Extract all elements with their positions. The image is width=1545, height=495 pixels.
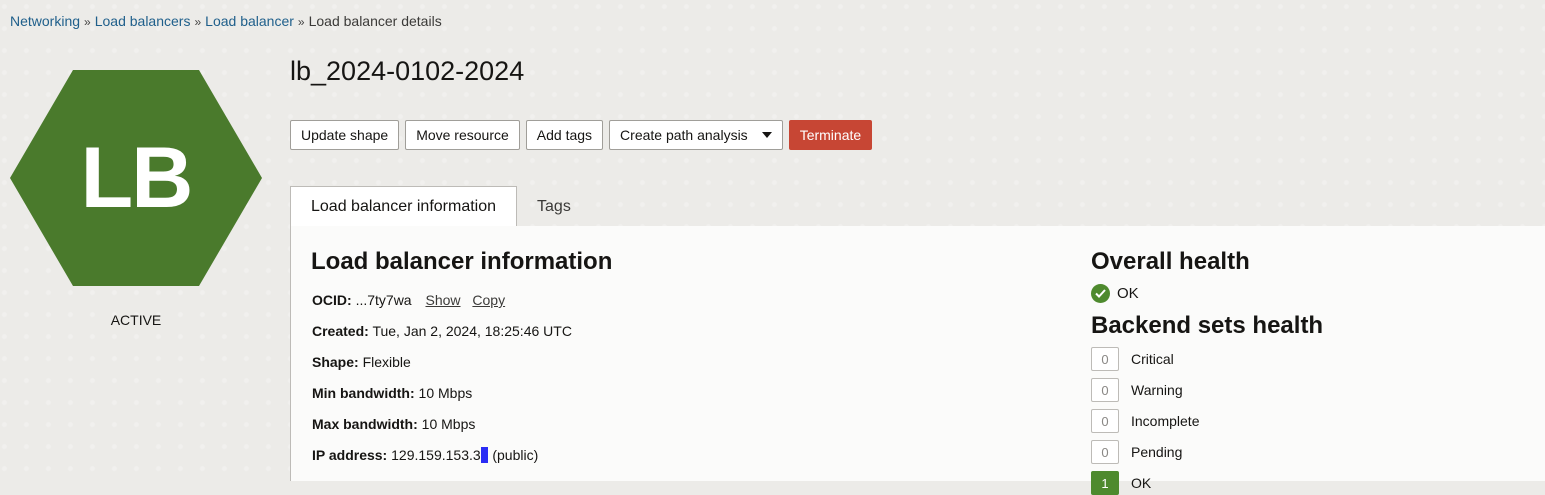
info-heading: Load balancer information: [311, 248, 613, 275]
incomplete-label: Incomplete: [1131, 413, 1200, 429]
resource-badge-hexagon: LB: [10, 70, 262, 286]
tab-tags[interactable]: Tags: [517, 186, 591, 227]
overall-health-heading: Overall health: [1091, 248, 1250, 275]
incomplete-count: 0: [1091, 409, 1119, 433]
created-row: Created: Tue, Jan 2, 2024, 18:25:46 UTC: [312, 323, 572, 339]
ocid-row: OCID: ...7ty7wa Show Copy: [312, 292, 505, 308]
ip-address-row: IP address: 129.159.153.33 (public): [312, 447, 538, 463]
update-shape-button[interactable]: Update shape: [290, 120, 400, 150]
shape-row: Shape: Flexible: [312, 354, 411, 370]
backend-sets-health-heading: Backend sets health: [1091, 312, 1324, 339]
critical-label: Critical: [1131, 351, 1174, 367]
pending-label: Pending: [1131, 444, 1183, 460]
details-panel: Load balancer information OCID: ...7ty7w…: [290, 226, 1545, 495]
copy-ocid-link[interactable]: Copy: [472, 292, 505, 308]
caret-down-icon: [761, 132, 772, 138]
health-row-ok[interactable]: 1 OK: [1091, 471, 1151, 495]
breadcrumb-separator-icon: »: [297, 15, 305, 29]
move-resource-button[interactable]: Move resource: [405, 120, 520, 150]
max-bandwidth-row: Max bandwidth: 10 Mbps: [312, 416, 475, 432]
shape-value: Flexible: [362, 354, 411, 370]
breadcrumb-separator-icon: »: [84, 15, 91, 29]
warning-label: Warning: [1131, 382, 1183, 398]
ok-count: 1: [1091, 471, 1119, 495]
breadcrumb-separator-icon: »: [194, 15, 202, 29]
shape-label: Shape:: [312, 354, 359, 370]
created-label: Created:: [312, 323, 369, 339]
created-value: Tue, Jan 2, 2024, 18:25:46 UTC: [372, 323, 572, 339]
ip-address-label: IP address:: [312, 447, 388, 463]
min-bandwidth-value: 10 Mbps: [418, 385, 473, 401]
health-row-pending[interactable]: 0 Pending: [1091, 440, 1182, 464]
max-bandwidth-value: 10 Mbps: [421, 416, 476, 432]
health-row-warning[interactable]: 0 Warning: [1091, 378, 1183, 402]
ok-label: OK: [1131, 475, 1152, 491]
tab-load-balancer-information[interactable]: Load balancer information: [290, 186, 518, 227]
ip-address-value: 129.159.153.33 (public): [391, 447, 538, 463]
min-bandwidth-row: Min bandwidth: 10 Mbps: [312, 385, 472, 401]
health-row-incomplete[interactable]: 0 Incomplete: [1091, 409, 1199, 433]
breadcrumb: Networking» Load balancers» Load balancer»…: [10, 13, 442, 29]
status-label: ACTIVE: [110, 312, 162, 328]
ip-address-prefix: 129.159.153.3: [391, 447, 481, 463]
action-bar: Update shape Move resource Add tags Crea…: [290, 120, 873, 150]
badge-initials: LB: [80, 129, 194, 226]
overall-health-label: OK: [1117, 285, 1139, 302]
show-ocid-link[interactable]: Show: [425, 292, 460, 308]
overall-health-status: OK: [1091, 284, 1139, 303]
critical-count: 0: [1091, 347, 1119, 371]
min-bandwidth-label: Min bandwidth:: [312, 385, 415, 401]
create-path-analysis-label: Create path analysis: [620, 127, 748, 143]
page-title: lb_2024-0102-2024: [290, 56, 525, 86]
breadcrumb-load-balancer[interactable]: Load balancer: [205, 13, 294, 29]
terminate-button[interactable]: Terminate: [788, 120, 873, 150]
max-bandwidth-label: Max bandwidth:: [312, 416, 418, 432]
ip-address-suffix: (public): [488, 447, 539, 463]
breadcrumb-load-balancers[interactable]: Load balancers: [95, 13, 191, 29]
ocid-label: OCID:: [312, 292, 352, 308]
add-tags-button[interactable]: Add tags: [525, 120, 604, 150]
breadcrumb-current: Load balancer details: [308, 13, 442, 29]
health-row-critical[interactable]: 0 Critical: [1091, 347, 1174, 371]
create-path-analysis-button[interactable]: Create path analysis: [609, 120, 783, 150]
ocid-value: ...7ty7wa: [355, 292, 412, 308]
check-circle-icon: [1091, 284, 1110, 303]
pending-count: 0: [1091, 440, 1119, 464]
warning-count: 0: [1091, 378, 1119, 402]
breadcrumb-networking[interactable]: Networking: [10, 13, 80, 29]
tab-bar: Load balancer information Tags: [290, 186, 591, 227]
